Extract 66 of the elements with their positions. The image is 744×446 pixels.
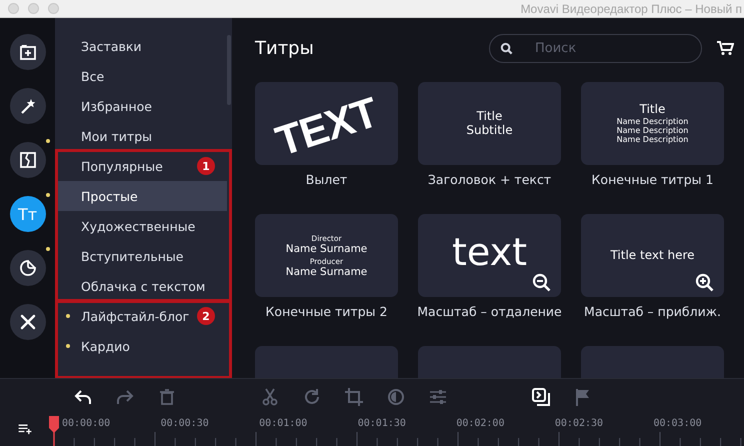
title-preview[interactable]: TEXT (255, 82, 398, 165)
preview-text: Name Surname (286, 266, 368, 278)
title-name: Конечные титры 1 (592, 171, 714, 189)
sidebar-tool-button[interactable] (10, 250, 46, 286)
number-badge: 2 (197, 307, 215, 325)
title-name: Масштаб – отдаление (417, 303, 562, 321)
window-title: Movavi Видеоредактор Плюс – Новый п (520, 2, 742, 16)
zoom-in-icon (695, 273, 715, 293)
title-preview[interactable]: text (418, 214, 561, 297)
title-name: Масштаб – приближ. (584, 303, 721, 321)
zoom-out-icon (532, 273, 552, 293)
timecode: 00:03:00 (652, 418, 703, 429)
number-badge: 1 (197, 157, 215, 175)
title-name: Конечные титры 2 (266, 303, 388, 321)
preview-text: Name Description (616, 126, 688, 135)
preview-text: Title text here (610, 248, 695, 262)
timecode: 00:01:30 (356, 418, 407, 429)
sliders-icon (428, 387, 448, 407)
trash-icon (157, 387, 177, 407)
category-item[interactable]: Кардио (55, 331, 134, 361)
search-field[interactable]: Поиск (489, 34, 702, 62)
preview-text: Name Description (616, 116, 688, 126)
sidebar-tool-button[interactable] (10, 142, 46, 178)
timecode: 00:01:00 (258, 418, 308, 429)
section-heading: Титры (255, 38, 314, 58)
category-item[interactable]: Популярные (55, 151, 167, 181)
search-icon (500, 42, 513, 54)
preview-text: Title (476, 110, 502, 124)
transition-icon (18, 150, 38, 170)
sidebar-tool-button[interactable] (10, 304, 46, 340)
sticker-icon (18, 258, 38, 278)
timecode: 00:02:30 (554, 418, 604, 429)
category-item[interactable]: Заставки (55, 31, 146, 61)
category-item[interactable]: Художественные (55, 211, 200, 241)
title-preview[interactable]: Title Name Description Name Description Name Description (581, 82, 724, 165)
title-name: Заголовок + текст (428, 171, 552, 189)
timecode: 00:02:00 (455, 418, 506, 429)
category-item[interactable]: Простые (55, 181, 227, 211)
toolbar-button[interactable] (530, 386, 552, 408)
timecode: 00:00:30 (160, 418, 210, 429)
category-item[interactable]: Мои титры (55, 121, 156, 151)
preview-text: Title (640, 102, 666, 117)
category-item[interactable]: Вступительные (55, 241, 188, 271)
title-preview[interactable]: Title Subtitle (418, 82, 561, 165)
scissors-icon (260, 387, 280, 407)
rotate-icon (302, 387, 322, 407)
title-name: Вылет (306, 171, 348, 189)
category-item[interactable]: Избранное (55, 91, 156, 121)
preview-text: Name Description (616, 134, 688, 144)
preview-text: TEXT (270, 90, 382, 162)
category-item[interactable]: Лайфстайл-блог (55, 301, 194, 331)
timecode: 00:00:00 (61, 418, 112, 429)
crop-icon (344, 387, 364, 407)
playhead-handle[interactable] (48, 415, 60, 446)
cart-icon[interactable] (716, 40, 734, 56)
preview-text: Name Surname (286, 243, 368, 256)
category-item[interactable]: Облачка с текстом (55, 271, 210, 301)
title-preview[interactable]: Title text here (581, 214, 724, 297)
folder-plus-icon (18, 42, 38, 62)
preview-text: text (452, 230, 527, 274)
sidebar-tool-button[interactable] (10, 34, 46, 70)
preview-text: Subtitle (466, 124, 513, 138)
category-item[interactable]: Все (55, 61, 108, 91)
sidebar-tool-button[interactable] (10, 88, 46, 124)
color-adjust-icon (386, 387, 406, 407)
overlay-icon (531, 387, 551, 407)
